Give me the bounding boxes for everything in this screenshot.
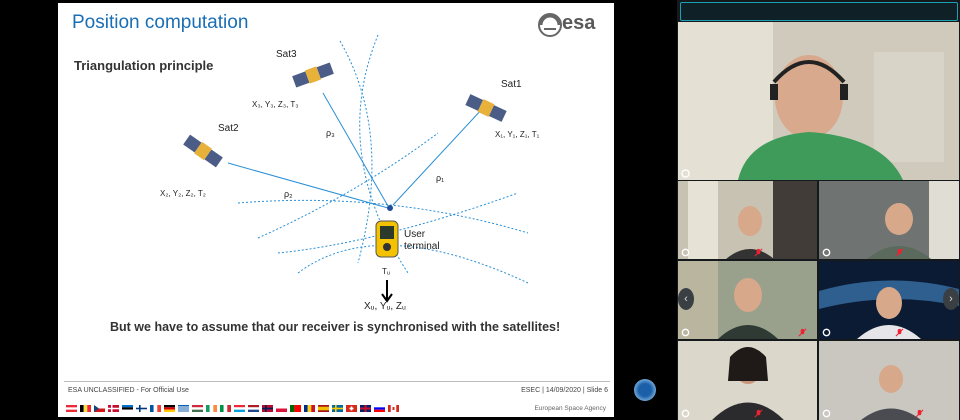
belgium-flag-icon: [80, 405, 91, 412]
participant-tile-2[interactable]: [819, 181, 959, 259]
sat1-label: Sat1: [501, 79, 522, 90]
mic-muted-icon: [895, 248, 904, 257]
rho3-label: ρ₃: [326, 128, 335, 138]
greece-flag-icon: [178, 405, 189, 412]
satellite-1-icon: [465, 94, 507, 122]
participant-video-2: [819, 181, 959, 259]
mic-muted-icon: [798, 328, 807, 337]
canada-flag-icon: [388, 405, 399, 412]
mic-muted-icon: [915, 409, 924, 418]
chevron-right-icon[interactable]: ›: [943, 288, 959, 310]
hungary-flag-icon: [192, 405, 203, 412]
presenter-icon: [681, 169, 690, 178]
shared-screen: Position computation esa Triangulation p…: [0, 0, 673, 420]
estonia-flag-icon: [122, 405, 133, 412]
ireland-flag-icon: [206, 405, 217, 412]
participant-video-3: [678, 261, 817, 339]
participant-status-icon: [822, 409, 831, 418]
user-terminal-line1: User: [404, 229, 426, 240]
gps-receiver-icon: [375, 220, 399, 258]
mic-muted-icon: [895, 328, 904, 337]
france-flag-icon: [150, 405, 161, 412]
portugal-flag-icon: [290, 405, 301, 412]
participant-status-icon: [681, 328, 690, 337]
participant-tile-3[interactable]: [678, 261, 817, 339]
speaker-video-tile[interactable]: [678, 22, 959, 180]
norway-flag-icon: [262, 405, 273, 412]
sweden-flag-icon: [332, 405, 343, 412]
panel-toolbar[interactable]: [680, 2, 958, 21]
finland-flag-icon: [136, 405, 147, 412]
conclusion-text: But we have to assume that our receiver …: [110, 320, 561, 334]
footer-slide-info: ESEC | 14/09/2020 | Slide 6: [521, 387, 608, 394]
esa-logo-text: esa: [562, 12, 596, 34]
triangulation-diagram: [183, 34, 529, 303]
switzerland-flag-icon: [346, 405, 357, 412]
sat3-coords: X₃, Y₃, Z₃, T₃: [252, 100, 299, 109]
spain-flag-icon: [318, 405, 329, 412]
participant-status-icon: [681, 409, 690, 418]
romania-flag-icon: [304, 405, 315, 412]
receiver-point: [387, 205, 393, 211]
member-state-flags: [66, 405, 399, 412]
germany-flag-icon: [164, 405, 175, 412]
mic-muted-icon: [754, 409, 763, 418]
sat2-label: Sat2: [218, 123, 239, 134]
rho2-label: ρ₂: [284, 189, 293, 199]
sat3-label: Sat3: [276, 49, 297, 60]
uk-flag-icon: [360, 405, 371, 412]
participant-status-icon: [681, 248, 690, 257]
down-arrow-icon: [381, 280, 393, 303]
satellite-3-icon: [292, 62, 334, 88]
satellite-2-icon: [183, 134, 223, 168]
participant-tile-6[interactable]: [819, 341, 959, 420]
user-terminal-line2: terminal: [404, 241, 440, 252]
chevron-left-icon[interactable]: ‹: [678, 288, 694, 310]
austria-flag-icon: [66, 405, 77, 412]
participant-video-4: [819, 261, 959, 339]
participant-video-1: [678, 181, 817, 259]
luxembourg-flag-icon: [234, 405, 245, 412]
participant-video-6: [819, 341, 959, 420]
participant-tile-1[interactable]: [678, 181, 817, 259]
user-terminal-label: User terminal: [404, 229, 440, 253]
participant-video-5: [678, 341, 817, 420]
presentation-slide: Position computation esa Triangulation p…: [58, 3, 614, 417]
user-time-label: Tᵤ: [382, 267, 390, 276]
mic-muted-icon: [754, 248, 763, 257]
sat2-coords: X₂, Y₂, Z₂, T₂: [160, 189, 206, 198]
footer-classification: ESA UNCLASSIFIED - For Official Use: [68, 387, 189, 394]
sat1-coords: X₁, Y₁, Z₁, T₁: [495, 130, 540, 139]
participant-tile-4[interactable]: [819, 261, 959, 339]
agency-name: European Space Agency: [534, 405, 606, 412]
rho1-label: ρ₁: [436, 173, 445, 183]
slovenia-flag-icon: [374, 405, 385, 412]
footer-divider: [64, 381, 610, 382]
participant-tile-5[interactable]: [678, 341, 817, 420]
pointer-cursor-icon: [634, 379, 656, 401]
czechia-flag-icon: [94, 405, 105, 412]
italy-flag-icon: [220, 405, 231, 412]
speaker-video: [678, 22, 959, 180]
participant-status-icon: [822, 328, 831, 337]
user-position-label: Xᵤ, Yᵤ, Zᵤ: [364, 301, 406, 312]
slide-title: Position computation: [72, 12, 249, 33]
poland-flag-icon: [276, 405, 287, 412]
participants-panel: ‹ ›: [677, 0, 960, 420]
denmark-flag-icon: [108, 405, 119, 412]
participant-status-icon: [822, 248, 831, 257]
netherlands-flag-icon: [248, 405, 259, 412]
